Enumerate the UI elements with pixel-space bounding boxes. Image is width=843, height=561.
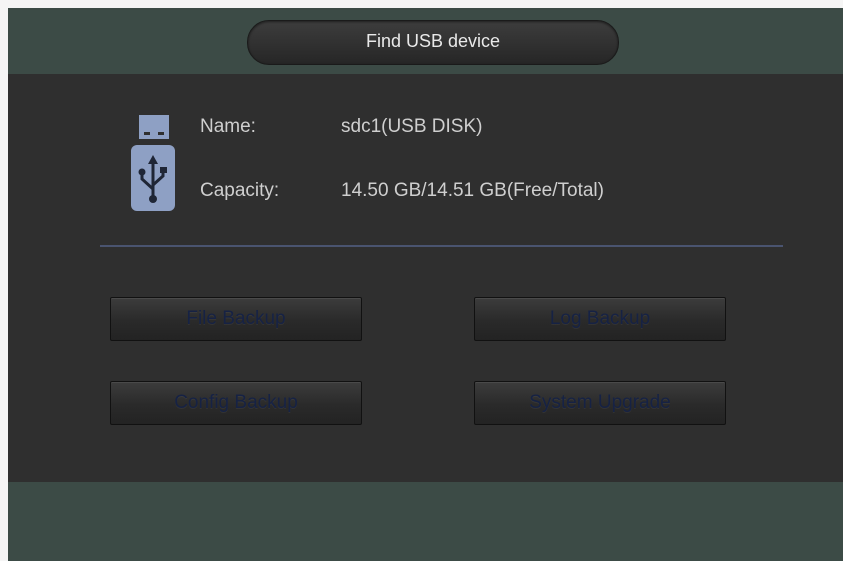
usb-device-dialog: Find USB device Name: sdc1(USB DISK) Cap… — [8, 8, 843, 561]
usb-drive-icon — [131, 115, 175, 211]
log-backup-button[interactable]: Log Backup — [474, 297, 726, 341]
title-pill: Find USB device — [247, 20, 619, 65]
divider — [100, 245, 783, 247]
capacity-value: 14.50 GB/14.51 GB(Free/Total) — [341, 180, 604, 201]
name-label: Name: — [200, 116, 256, 137]
system-upgrade-button[interactable]: System Upgrade — [474, 381, 726, 425]
title-bar: Find USB device — [8, 8, 843, 74]
device-name-value: sdc1(USB DISK) — [341, 116, 483, 137]
file-backup-button[interactable]: File Backup — [110, 297, 362, 341]
capacity-label: Capacity: — [200, 180, 280, 201]
footer-bar — [8, 482, 843, 561]
config-backup-button[interactable]: Config Backup — [110, 381, 362, 425]
dialog-title: Find USB device — [365, 31, 501, 51]
